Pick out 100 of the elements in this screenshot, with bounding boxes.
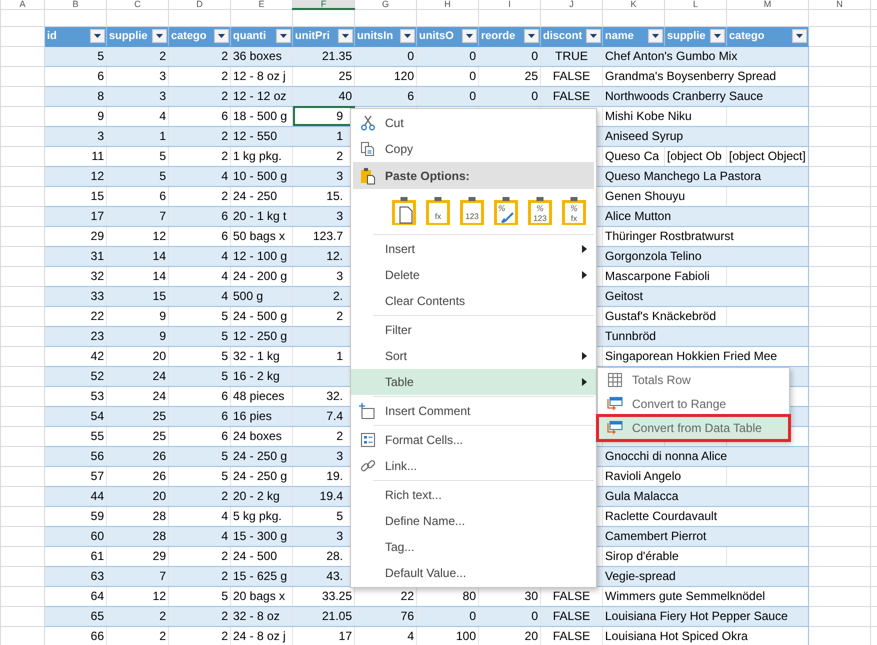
table-cell: Geitost bbox=[602, 286, 808, 306]
table-cell: 4 bbox=[168, 166, 230, 186]
column-letter[interactable]: D bbox=[168, 0, 230, 9]
table-cell: 24 - 500 bbox=[230, 546, 292, 566]
filter-dropdown-button[interactable] bbox=[462, 29, 477, 43]
table-cell: 26 bbox=[106, 446, 168, 466]
table-cell: 20 - 1 kg t bbox=[230, 206, 292, 226]
table-cell: 17 bbox=[44, 206, 106, 226]
table-cell: 2 bbox=[168, 46, 230, 66]
table-cell: Sirop d'érable bbox=[602, 546, 726, 566]
table-cell: 14 bbox=[106, 246, 168, 266]
table-cell: 7 bbox=[106, 566, 168, 586]
column-title: reorde bbox=[481, 29, 516, 44]
table-cell: 0 bbox=[478, 46, 540, 66]
table-cell: 2 bbox=[168, 566, 230, 586]
column-letter[interactable]: I bbox=[478, 0, 540, 9]
column-title: catego bbox=[171, 29, 206, 44]
table-cell: 2 bbox=[168, 486, 230, 506]
table-cell: 21.05 bbox=[292, 606, 354, 626]
column-letter[interactable]: L bbox=[664, 0, 726, 9]
table-cell: 1 bbox=[106, 126, 168, 146]
table-cell: 26 bbox=[106, 466, 168, 486]
filter-dropdown-button[interactable] bbox=[276, 29, 291, 43]
filter-dropdown-button[interactable] bbox=[586, 29, 601, 43]
table-cell: 14 bbox=[106, 266, 168, 286]
table-cell: 15 bbox=[106, 286, 168, 306]
table-cell: 5 bbox=[106, 146, 168, 166]
column-letter[interactable]: N bbox=[808, 0, 870, 9]
table-cell: 3 bbox=[106, 86, 168, 106]
filter-dropdown-button[interactable] bbox=[524, 29, 539, 43]
comment-icon bbox=[359, 403, 377, 419]
table-cell: 2 bbox=[168, 186, 230, 206]
table-cell: 5 kg pkg. bbox=[230, 506, 292, 526]
column-letter[interactable]: M bbox=[726, 0, 808, 9]
table-cell: 2 bbox=[106, 606, 168, 626]
caret-icon bbox=[796, 34, 803, 38]
table-cell: FALSE bbox=[540, 606, 602, 626]
table-cell: 2 bbox=[168, 86, 230, 106]
table-cell: 2 bbox=[168, 146, 230, 166]
table-cell: 28 bbox=[106, 526, 168, 546]
format-cells-icon bbox=[360, 432, 376, 448]
table-cell: 24 - 250 bbox=[230, 186, 292, 206]
column-letter[interactable]: A bbox=[0, 0, 44, 9]
table-cell: FALSE bbox=[540, 66, 602, 86]
table-cell: 32 bbox=[44, 266, 106, 286]
filter-dropdown-button[interactable] bbox=[648, 29, 663, 43]
table-cell: 53 bbox=[44, 386, 106, 406]
paste-option-icon[interactable] bbox=[391, 196, 417, 226]
filter-dropdown-button[interactable] bbox=[90, 29, 105, 43]
menu-item[interactable]: Totals Row bbox=[598, 368, 789, 392]
table-cell: 56 bbox=[44, 446, 106, 466]
clipboard-icon bbox=[360, 166, 376, 184]
column-letter[interactable]: F bbox=[292, 0, 354, 9]
table-cell: 42 bbox=[44, 346, 106, 366]
caret-icon bbox=[342, 34, 349, 38]
column-letter[interactable]: C bbox=[106, 0, 168, 9]
filter-dropdown-button[interactable] bbox=[400, 29, 415, 43]
table-cell: 21.35 bbox=[292, 46, 354, 66]
menu-item[interactable]: Convert to Range bbox=[598, 392, 789, 416]
filter-dropdown-button[interactable] bbox=[338, 29, 353, 43]
column-letter[interactable]: B bbox=[44, 0, 106, 9]
table-cell: 4 bbox=[168, 286, 230, 306]
table-cell: TRUE bbox=[540, 46, 602, 66]
table-cell: 57 bbox=[44, 466, 106, 486]
table-cell: 15 - 625 g bbox=[230, 566, 292, 586]
table-cell: FALSE bbox=[540, 86, 602, 106]
table-cell: Tunnbröd bbox=[602, 326, 808, 346]
caret-icon bbox=[404, 34, 411, 38]
table-cell: 52 bbox=[44, 366, 106, 386]
filter-dropdown-button[interactable] bbox=[214, 29, 229, 43]
menu-item[interactable]: Table bbox=[351, 369, 596, 395]
table-cell: 32 - 8 oz bbox=[230, 606, 292, 626]
table-cell: Ravioli Angelo bbox=[602, 466, 726, 486]
menu-heading: Paste Options: bbox=[385, 168, 470, 182]
column-letter[interactable]: K bbox=[602, 0, 664, 9]
column-letter[interactable]: J bbox=[540, 0, 602, 9]
caret-icon bbox=[528, 34, 535, 38]
caret-icon bbox=[466, 34, 473, 38]
table-cell: 3 bbox=[44, 126, 106, 146]
caret-icon bbox=[94, 34, 101, 38]
table-cell: 25 bbox=[106, 406, 168, 426]
table-cell: 54 bbox=[44, 406, 106, 426]
column-letter[interactable]: E bbox=[230, 0, 292, 9]
column-letter[interactable]: H bbox=[416, 0, 478, 9]
table-cell: 0 bbox=[416, 46, 478, 66]
filter-dropdown-button[interactable] bbox=[152, 29, 167, 43]
table-cell: 1 kg pkg. bbox=[230, 146, 292, 166]
menu-item[interactable]: Convert from Data Table bbox=[598, 416, 789, 440]
table-cell: 5 bbox=[168, 366, 230, 386]
table-cell: 28 bbox=[106, 506, 168, 526]
table-cell: 5 bbox=[168, 306, 230, 326]
caret-icon bbox=[280, 34, 287, 38]
table-cell: 500 g bbox=[230, 286, 292, 306]
table-cell: 15 bbox=[44, 186, 106, 206]
table-cell: 44 bbox=[44, 486, 106, 506]
column-letter[interactable]: G bbox=[354, 0, 416, 9]
table-cell: Grandma's Boysenberry Spread bbox=[602, 66, 808, 86]
filter-dropdown-button[interactable] bbox=[710, 29, 725, 43]
filter-dropdown-button[interactable] bbox=[792, 29, 807, 43]
table-cell: Louisiana Fiery Hot Pepper Sauce bbox=[602, 606, 808, 626]
